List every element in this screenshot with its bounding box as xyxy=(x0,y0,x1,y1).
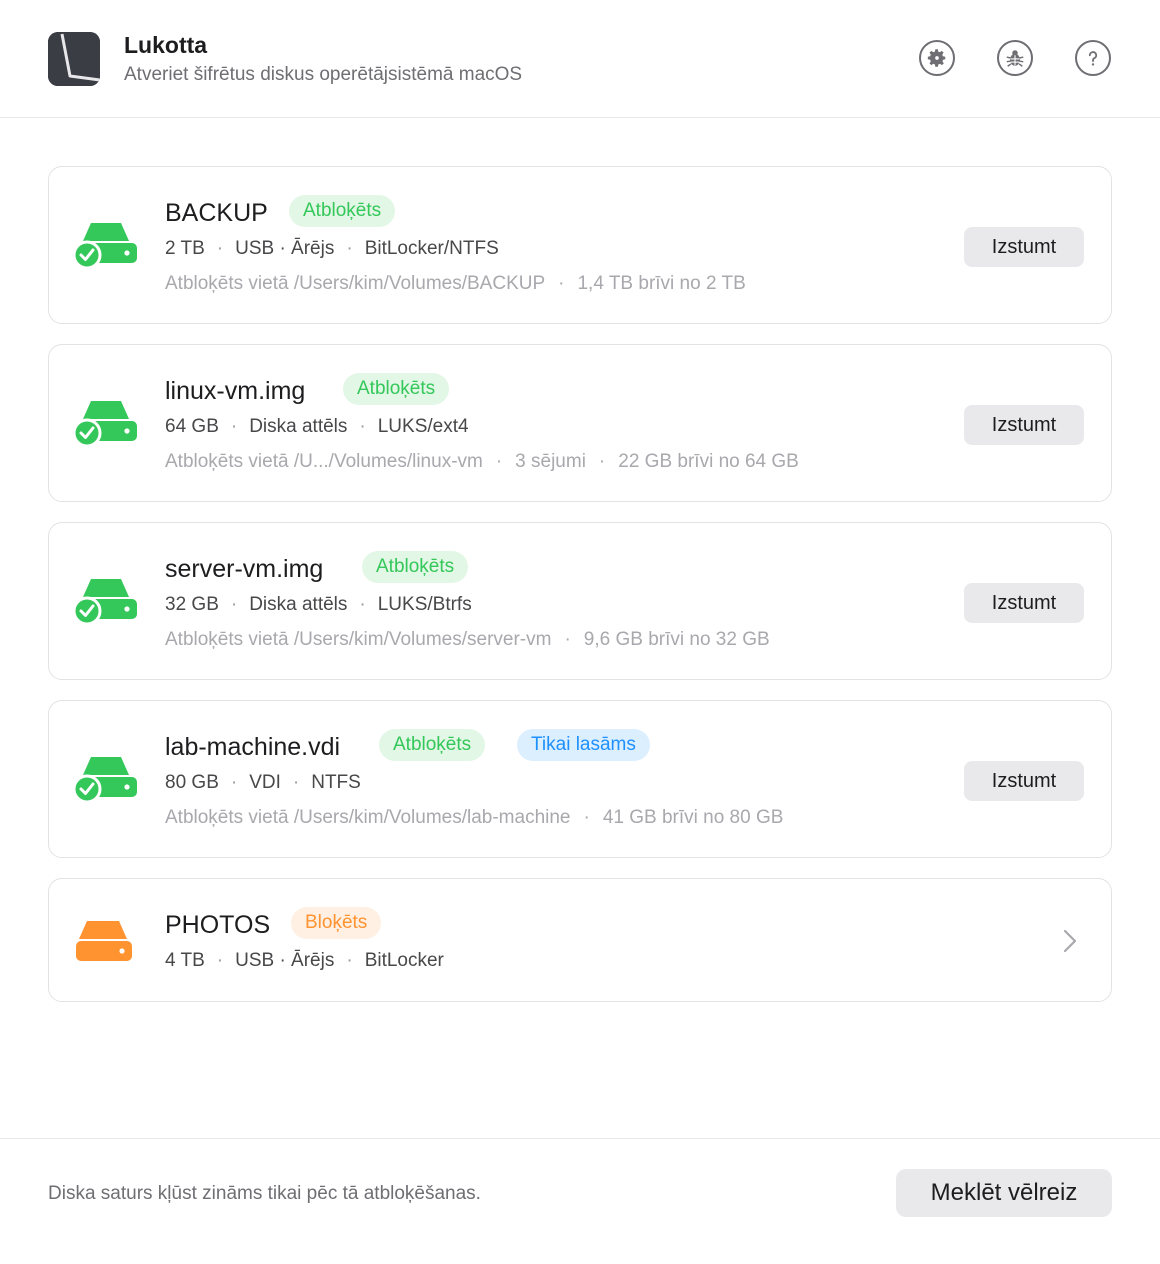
help-button[interactable] xyxy=(1075,40,1111,76)
read-only-badge: Tikai lasāms xyxy=(517,729,650,761)
disk-card[interactable]: server-vm.img Atbloķēts 32 GB · Diska attē… xyxy=(48,522,1112,680)
rescan-button[interactable]: Meklēt vēlreiz xyxy=(896,1169,1112,1217)
disk-mount-info: Atbloķēts vietā /Users/kim/Volumes/serve… xyxy=(165,629,770,650)
disk-mount-info: Atbloķēts vietā /U.../Volumes/linux-vm · 3… xyxy=(165,451,799,472)
disk-meta: 4 TB · USB · Ārējs · BitLocker xyxy=(165,950,444,971)
disk-kind: USB · Ārējs xyxy=(235,238,335,259)
eject-button[interactable]: Izstumt xyxy=(964,405,1084,445)
footer: Diska saturs kļūst zināms tikai pēc tā a… xyxy=(0,1138,1160,1264)
disk-kind: USB · Ārējs xyxy=(235,950,335,971)
drive-unlocked-icon xyxy=(73,579,137,625)
disk-format: NTFS xyxy=(311,772,361,793)
status-badge: Atbloķēts xyxy=(343,373,450,405)
disk-name: lab-machine.vdi xyxy=(165,733,341,761)
disk-format: LUKS/ext4 xyxy=(377,416,469,437)
mount-path: Atbloķēts vietā /Users/kim/Volumes/serve… xyxy=(165,629,552,650)
disk-meta: 2 TB · USB · Ārējs · BitLocker/NTFS xyxy=(165,238,499,259)
free-space: 22 GB brīvi no 64 GB xyxy=(618,451,799,472)
footer-note: Diska saturs kļūst zināms tikai pēc tā a… xyxy=(48,1183,481,1204)
disk-name: PHOTOS xyxy=(165,911,271,939)
eject-button[interactable]: Izstumt xyxy=(964,227,1084,267)
disk-meta: 64 GB · Diska attēls · LUKS/ext4 xyxy=(165,416,469,437)
help-icon xyxy=(1088,51,1098,66)
free-space: 9,6 GB brīvi no 32 GB xyxy=(583,629,770,650)
disk-mount-info: Atbloķēts vietā /Users/kim/Volumes/lab-m… xyxy=(165,807,784,828)
disk-card-locked[interactable]: PHOTOS Bloķēts 4 TB · USB · Ārējs · BitLocke… xyxy=(48,878,1112,1002)
app-title: Lukotta xyxy=(124,32,208,58)
disk-name: linux-vm.img xyxy=(165,377,306,405)
disk-kind: Diska attēls xyxy=(249,594,348,615)
disk-card[interactable]: linux-vm.img Atbloķēts 64 GB · Diska attēl… xyxy=(48,344,1112,502)
mount-path: Atbloķēts vietā /Users/kim/Volumes/lab-m… xyxy=(165,807,571,828)
status-badge: Atbloķēts xyxy=(379,729,486,761)
disk-format: BitLocker/NTFS xyxy=(364,238,499,259)
disk-name: BACKUP xyxy=(165,199,268,227)
free-space: 1,4 TB brīvi no 2 TB xyxy=(577,273,746,294)
drive-unlocked-icon xyxy=(73,757,137,803)
drive-unlocked-icon xyxy=(73,223,137,269)
eject-button[interactable]: Izstumt xyxy=(964,761,1084,801)
status-badge: Atbloķēts xyxy=(362,551,469,583)
status-badge: Bloķēts xyxy=(291,907,382,939)
report-bug-button[interactable] xyxy=(997,40,1033,76)
chevron-right-icon[interactable] xyxy=(1063,929,1077,953)
settings-button[interactable] xyxy=(919,40,955,76)
disk-meta: 32 GB · Diska attēls · LUKS/Btrfs xyxy=(165,594,472,615)
disk-kind: VDI xyxy=(249,772,281,793)
mount-count: 3 sējumi xyxy=(515,451,586,472)
disk-format: LUKS/Btrfs xyxy=(377,594,472,615)
app-logo-icon xyxy=(48,32,100,86)
drive-locked-icon xyxy=(76,921,132,961)
mount-path: Atbloķēts vietā /U.../Volumes/linux-vm xyxy=(165,451,483,472)
disk-kind: Diska attēls xyxy=(249,416,348,437)
disk-size: 32 GB xyxy=(165,594,219,615)
drive-unlocked-icon xyxy=(73,401,137,447)
status-badge: Atbloķēts xyxy=(289,195,396,227)
mount-path: Atbloķēts vietā /Users/kim/Volumes/BACKU… xyxy=(165,273,546,294)
app-header: Lukotta Atveriet šifrētus diskus operētā… xyxy=(0,0,1160,118)
disk-size: 2 TB xyxy=(165,238,205,259)
eject-button[interactable]: Izstumt xyxy=(964,583,1084,623)
disk-size: 64 GB xyxy=(165,416,219,437)
disk-card[interactable]: BACKUP Atbloķēts 2 TB · USB · Ārējs · BitLoc… xyxy=(48,166,1112,324)
gear-icon xyxy=(927,49,946,67)
disk-mount-info: Atbloķēts vietā /Users/kim/Volumes/BACKU… xyxy=(165,273,746,294)
disk-card[interactable]: lab-machine.vdi Atbloķēts Tikai lasāms 8… xyxy=(48,700,1112,858)
free-space: 41 GB brīvi no 80 GB xyxy=(602,807,784,828)
bug-icon xyxy=(1006,50,1024,67)
disk-name: server-vm.img xyxy=(165,555,324,583)
disk-format: BitLocker xyxy=(364,950,444,971)
app-subtitle: Atveriet šifrētus diskus operētājsistēmā… xyxy=(124,64,523,85)
disk-size: 4 TB xyxy=(165,950,205,971)
disk-meta: 80 GB · VDI · NTFS xyxy=(165,772,361,793)
disk-size: 80 GB xyxy=(165,772,219,793)
